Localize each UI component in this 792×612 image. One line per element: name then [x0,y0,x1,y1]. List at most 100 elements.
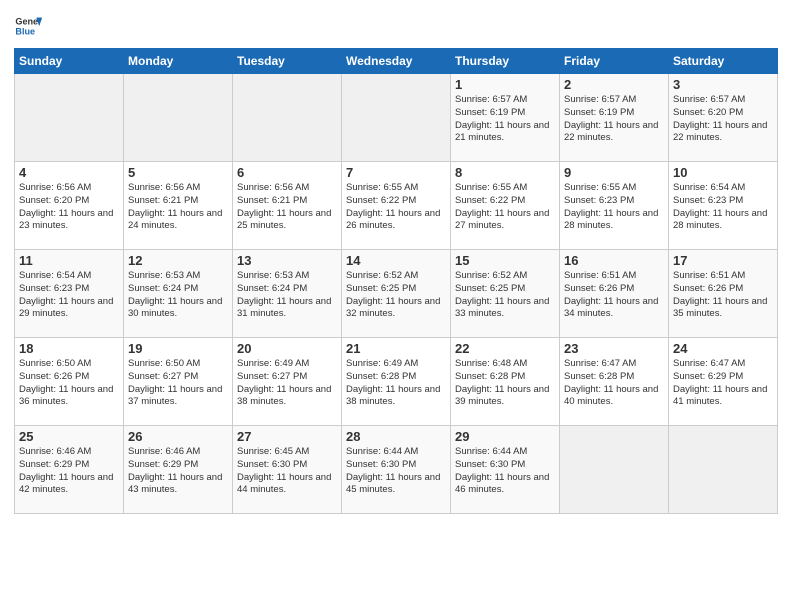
calendar-cell: 9Sunrise: 6:55 AM Sunset: 6:23 PM Daylig… [560,162,669,250]
calendar-week-4: 18 Sunrise: 6:50 AM Sunset: 6:26 PM Dayli… [15,338,778,426]
svg-text:Blue: Blue [15,26,35,36]
day-info: Sunrise: 6:50 AM Sunset: 6:26 PM Dayligh… [19,358,119,409]
calendar-cell: 15 Sunrise: 6:52 AM Sunset: 6:25 PM Dayli… [451,250,560,338]
day-info: Sunrise: 6:53 AM Sunset: 6:24 PM Dayligh… [128,270,228,321]
col-header-wednesday: Wednesday [342,49,451,74]
calendar-cell: 10 Sunrise: 6:54 AM Sunset: 6:23 PM Dayli… [669,162,778,250]
calendar-cell: 12 Sunrise: 6:53 AM Sunset: 6:24 PM Dayli… [124,250,233,338]
day-number: 6 [237,165,337,180]
day-info: Sunrise: 6:44 AM Sunset: 6:30 PM Dayligh… [455,446,555,497]
day-number: 19 [128,341,228,356]
day-number: 15 [455,253,555,268]
day-info: Sunrise: 6:56 AM Sunset: 6:20 PM Dayligh… [19,182,119,233]
calendar-cell: 7 Sunrise: 6:55 AM Sunset: 6:22 PM Daylig… [342,162,451,250]
day-info: Sunrise: 6:51 AM Sunset: 6:26 PM Dayligh… [673,270,773,321]
day-info: Sunrise: 6:55 AM Sunset: 6:22 PM Dayligh… [346,182,446,233]
col-header-saturday: Saturday [669,49,778,74]
calendar-cell [15,74,124,162]
day-number: 7 [346,165,446,180]
calendar-cell [233,74,342,162]
col-header-monday: Monday [124,49,233,74]
day-info: Sunrise: 6:45 AM Sunset: 6:30 PM Dayligh… [237,446,337,497]
day-info: Sunrise: 6:52 AM Sunset: 6:25 PM Dayligh… [346,270,446,321]
day-info: Sunrise: 6:46 AM Sunset: 6:29 PM Dayligh… [128,446,228,497]
day-number: 3 [673,77,773,92]
calendar-week-5: 25Sunrise: 6:46 AM Sunset: 6:29 PM Dayli… [15,426,778,514]
calendar-cell: 11Sunrise: 6:54 AM Sunset: 6:23 PM Dayli… [15,250,124,338]
day-info: Sunrise: 6:50 AM Sunset: 6:27 PM Dayligh… [128,358,228,409]
calendar-week-1: 1Sunrise: 6:57 AM Sunset: 6:19 PM Daylig… [15,74,778,162]
day-number: 13 [237,253,337,268]
calendar-cell: 4 Sunrise: 6:56 AM Sunset: 6:20 PM Daylig… [15,162,124,250]
calendar-cell: 25Sunrise: 6:46 AM Sunset: 6:29 PM Dayli… [15,426,124,514]
day-info: Sunrise: 6:54 AM Sunset: 6:23 PM Dayligh… [19,270,119,321]
calendar-header: SundayMondayTuesdayWednesdayThursdayFrid… [15,49,778,74]
day-number: 9 [564,165,664,180]
calendar-cell: 5 Sunrise: 6:56 AM Sunset: 6:21 PM Daylig… [124,162,233,250]
calendar-cell: 2Sunrise: 6:57 AM Sunset: 6:19 PM Daylig… [560,74,669,162]
logo: General Blue [14,12,46,40]
day-info: Sunrise: 6:56 AM Sunset: 6:21 PM Dayligh… [128,182,228,233]
col-header-thursday: Thursday [451,49,560,74]
day-number: 5 [128,165,228,180]
day-info: Sunrise: 6:53 AM Sunset: 6:24 PM Dayligh… [237,270,337,321]
day-number: 16 [564,253,664,268]
day-number: 4 [19,165,119,180]
calendar-page: General Blue SundayMondayTuesdayWednesda… [0,0,792,612]
day-number: 2 [564,77,664,92]
day-number: 17 [673,253,773,268]
calendar-cell: 18 Sunrise: 6:50 AM Sunset: 6:26 PM Dayli… [15,338,124,426]
day-number: 21 [346,341,446,356]
header: General Blue [14,12,778,40]
calendar-cell: 21 Sunrise: 6:49 AM Sunset: 6:28 PM Dayli… [342,338,451,426]
col-header-sunday: Sunday [15,49,124,74]
day-info: Sunrise: 6:55 AM Sunset: 6:22 PM Dayligh… [455,182,555,233]
calendar-cell [124,74,233,162]
day-info: Sunrise: 6:54 AM Sunset: 6:23 PM Dayligh… [673,182,773,233]
calendar-cell: 29 Sunrise: 6:44 AM Sunset: 6:30 PM Dayli… [451,426,560,514]
calendar-cell: 26 Sunrise: 6:46 AM Sunset: 6:29 PM Dayli… [124,426,233,514]
day-number: 18 [19,341,119,356]
logo-icon: General Blue [14,12,42,40]
day-number: 27 [237,429,337,444]
col-header-friday: Friday [560,49,669,74]
calendar-cell: 3 Sunrise: 6:57 AM Sunset: 6:20 PM Daylig… [669,74,778,162]
day-info: Sunrise: 6:51 AM Sunset: 6:26 PM Dayligh… [564,270,664,321]
day-info: Sunrise: 6:49 AM Sunset: 6:27 PM Dayligh… [237,358,337,409]
calendar-cell: 1Sunrise: 6:57 AM Sunset: 6:19 PM Daylig… [451,74,560,162]
day-info: Sunrise: 6:52 AM Sunset: 6:25 PM Dayligh… [455,270,555,321]
day-number: 28 [346,429,446,444]
calendar-cell: 23 Sunrise: 6:47 AM Sunset: 6:28 PM Dayli… [560,338,669,426]
day-info: Sunrise: 6:47 AM Sunset: 6:28 PM Dayligh… [564,358,664,409]
day-number: 23 [564,341,664,356]
calendar-cell: 20 Sunrise: 6:49 AM Sunset: 6:27 PM Dayli… [233,338,342,426]
calendar-cell: 16 Sunrise: 6:51 AM Sunset: 6:26 PM Dayli… [560,250,669,338]
day-number: 10 [673,165,773,180]
calendar-table: SundayMondayTuesdayWednesdayThursdayFrid… [14,48,778,514]
calendar-cell: 24Sunrise: 6:47 AM Sunset: 6:29 PM Dayli… [669,338,778,426]
day-number: 29 [455,429,555,444]
day-info: Sunrise: 6:44 AM Sunset: 6:30 PM Dayligh… [346,446,446,497]
day-number: 26 [128,429,228,444]
calendar-week-2: 4 Sunrise: 6:56 AM Sunset: 6:20 PM Daylig… [15,162,778,250]
day-number: 8 [455,165,555,180]
calendar-cell: 14Sunrise: 6:52 AM Sunset: 6:25 PM Dayli… [342,250,451,338]
day-info: Sunrise: 6:46 AM Sunset: 6:29 PM Dayligh… [19,446,119,497]
calendar-cell: 22 Sunrise: 6:48 AM Sunset: 6:28 PM Dayli… [451,338,560,426]
calendar-cell: 27 Sunrise: 6:45 AM Sunset: 6:30 PM Dayli… [233,426,342,514]
day-number: 24 [673,341,773,356]
day-number: 20 [237,341,337,356]
calendar-cell: 6Sunrise: 6:56 AM Sunset: 6:21 PM Daylig… [233,162,342,250]
calendar-cell: 19 Sunrise: 6:50 AM Sunset: 6:27 PM Dayli… [124,338,233,426]
calendar-cell: 8 Sunrise: 6:55 AM Sunset: 6:22 PM Daylig… [451,162,560,250]
day-number: 12 [128,253,228,268]
day-info: Sunrise: 6:49 AM Sunset: 6:28 PM Dayligh… [346,358,446,409]
calendar-week-3: 11Sunrise: 6:54 AM Sunset: 6:23 PM Dayli… [15,250,778,338]
day-info: Sunrise: 6:48 AM Sunset: 6:28 PM Dayligh… [455,358,555,409]
day-number: 1 [455,77,555,92]
day-number: 22 [455,341,555,356]
day-info: Sunrise: 6:57 AM Sunset: 6:20 PM Dayligh… [673,94,773,145]
calendar-cell: 13 Sunrise: 6:53 AM Sunset: 6:24 PM Dayli… [233,250,342,338]
calendar-cell [342,74,451,162]
calendar-cell: 28 Sunrise: 6:44 AM Sunset: 6:30 PM Dayli… [342,426,451,514]
